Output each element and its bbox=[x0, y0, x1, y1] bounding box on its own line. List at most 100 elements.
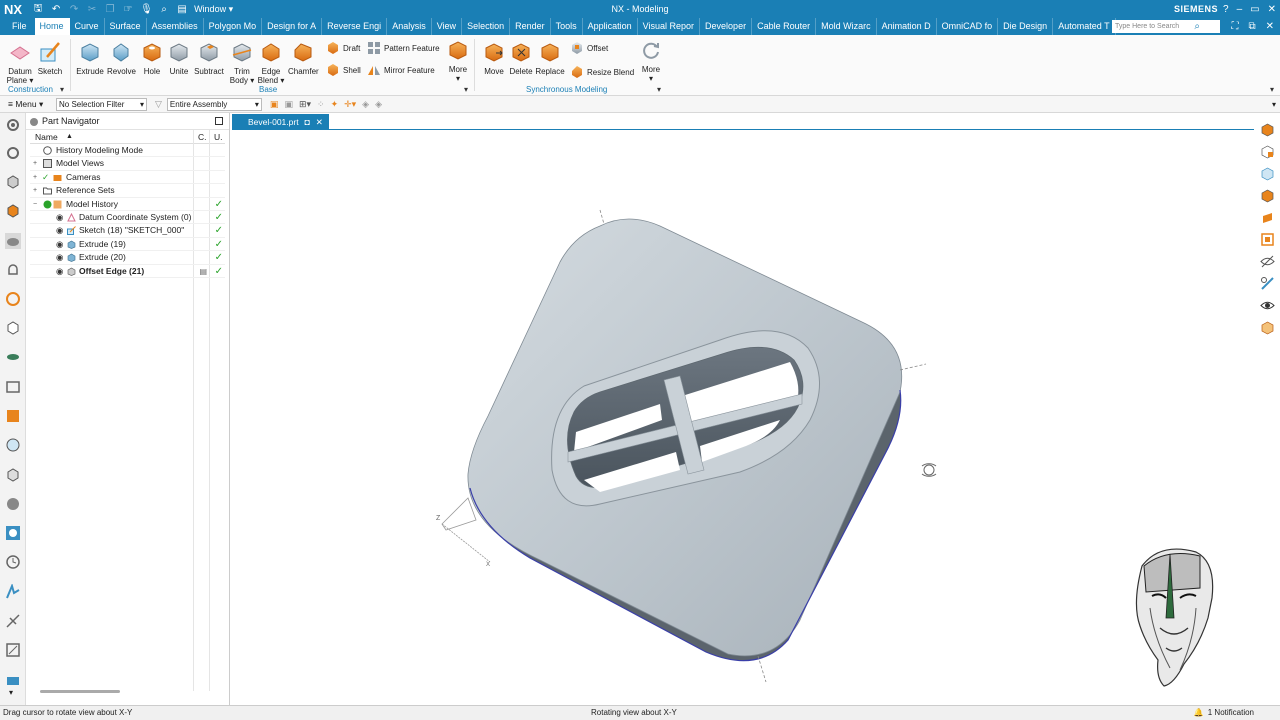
help-button[interactable]: ? bbox=[1223, 4, 1229, 15]
window-menu[interactable]: Window ▾ bbox=[194, 4, 233, 15]
horizontal-scrollbar[interactable] bbox=[40, 690, 120, 693]
tab-die-design[interactable]: Die Design bbox=[998, 18, 1054, 35]
eye-icon[interactable]: ◉ bbox=[56, 251, 63, 264]
tab-curve[interactable]: Curve bbox=[70, 18, 105, 35]
minimize-button[interactable]: – bbox=[1237, 4, 1243, 15]
tree-row-cameras[interactable]: + ✓ Cameras bbox=[30, 171, 225, 185]
ribbon-collapse-icon[interactable]: ▾ bbox=[1270, 85, 1274, 94]
selection-scope-dropdown[interactable]: Entire Assembly bbox=[166, 97, 262, 111]
offset-region-button[interactable]: Offset bbox=[570, 41, 608, 55]
expand-icon[interactable]: + bbox=[31, 184, 39, 197]
system-scenes-icon[interactable] bbox=[5, 467, 21, 483]
tab-assemblies[interactable]: Assemblies bbox=[147, 18, 204, 35]
checkmark-icon[interactable]: ✓ bbox=[42, 171, 49, 184]
tree-row-history-mode[interactable]: History Modeling Mode bbox=[30, 144, 225, 158]
tree-row-datum-csys[interactable]: ◉ Datum Coordinate System (0) ✓ bbox=[30, 211, 225, 225]
tab-mold-wizard[interactable]: Mold Wizarc bbox=[816, 18, 877, 35]
part-navigator-icon[interactable] bbox=[5, 203, 21, 219]
lighting-icon[interactable] bbox=[1260, 320, 1275, 335]
tab-application[interactable]: Application bbox=[583, 18, 638, 35]
save-icon[interactable]: 🖫 bbox=[32, 1, 44, 18]
tab-surface[interactable]: Surface bbox=[105, 18, 147, 35]
move-face-button[interactable]: Move bbox=[480, 41, 508, 76]
tree-row-extrude-20[interactable]: ◉ Extrude (20) ✓ bbox=[30, 251, 225, 265]
chevron-down-icon[interactable]: ▾ bbox=[657, 85, 661, 94]
cut-icon[interactable]: ✂ bbox=[86, 4, 98, 15]
clock-icon[interactable] bbox=[5, 554, 21, 570]
tree-row-offset-edge[interactable]: ◉ Offset Edge (21) ▤ ✓ bbox=[30, 265, 225, 278]
expand-icon[interactable]: + bbox=[31, 171, 39, 184]
globe-icon[interactable] bbox=[5, 525, 21, 541]
edit-section-icon[interactable] bbox=[1260, 276, 1275, 291]
collapse-icon[interactable]: − bbox=[31, 198, 39, 211]
face-filter-icon[interactable]: ◈ bbox=[375, 99, 382, 110]
eye-icon[interactable]: ◉ bbox=[56, 265, 63, 278]
visual-reporting-icon[interactable] bbox=[5, 671, 21, 687]
tree-row-extrude-19[interactable]: ◉ Extrude (19) ✓ bbox=[30, 238, 225, 252]
tree-row-reference-sets[interactable]: + Reference Sets bbox=[30, 184, 225, 198]
microphone-icon[interactable]: 🎙 bbox=[140, 4, 153, 15]
analysis-icon[interactable] bbox=[5, 584, 21, 600]
draft-button[interactable]: Draft bbox=[326, 41, 360, 55]
body-filter-icon[interactable]: ◈ bbox=[362, 99, 369, 110]
tab-selection[interactable]: Selection bbox=[462, 18, 511, 35]
settings-icon[interactable] bbox=[5, 117, 21, 133]
close-button[interactable]: ✕ bbox=[1268, 4, 1276, 15]
pattern-feature-button[interactable]: Pattern Feature bbox=[367, 41, 440, 55]
tab-developer[interactable]: Developer bbox=[700, 18, 753, 35]
tab-file[interactable]: File bbox=[0, 18, 35, 35]
graphics-tab[interactable]: Bevel-001.prt ◘ ✕ bbox=[232, 114, 329, 130]
web-browser-icon[interactable] bbox=[5, 320, 21, 336]
tab-view[interactable]: View bbox=[432, 18, 463, 35]
trim-body-button[interactable]: Trim Body ▾ bbox=[228, 41, 256, 85]
shell-button[interactable]: Shell bbox=[326, 63, 361, 77]
tree-row-sketch[interactable]: ◉ Sketch (18) "SKETCH_000" ✓ bbox=[30, 224, 225, 238]
reuse-library-icon[interactable] bbox=[5, 233, 21, 249]
command-finder-icon[interactable]: ⌕ bbox=[158, 4, 170, 15]
tab-analysis[interactable]: Analysis bbox=[387, 18, 432, 35]
notification-area[interactable]: 🔔 1 Notification bbox=[1194, 706, 1254, 720]
datum-plane-button[interactable]: Datum Plane ▾ bbox=[6, 41, 34, 85]
hd3d-tools-icon[interactable] bbox=[5, 291, 21, 307]
tab-visual-reporting[interactable]: Visual Repor bbox=[638, 18, 701, 35]
expand-icon[interactable]: + bbox=[31, 157, 39, 170]
search-icon[interactable]: ⌕ bbox=[1194, 18, 1200, 35]
snap-point-icon[interactable]: ⁘ bbox=[317, 99, 325, 110]
more-features-button[interactable]: More ▾ bbox=[445, 39, 471, 83]
switch-window-icon[interactable]: ▤ bbox=[176, 4, 188, 15]
undo-icon[interactable]: ↶ bbox=[50, 4, 62, 15]
snap-options-icon[interactable]: ✛▾ bbox=[344, 99, 356, 110]
eye-icon[interactable]: ◉ bbox=[56, 224, 63, 237]
history-palette-icon[interactable] bbox=[5, 349, 21, 365]
chevron-down-icon[interactable]: ▾ bbox=[464, 85, 468, 94]
edge-blend-button[interactable]: Edge Blend ▾ bbox=[257, 41, 285, 85]
resize-blend-button[interactable]: Resize Blend bbox=[570, 65, 634, 79]
static-wireframe-icon[interactable] bbox=[1260, 144, 1275, 159]
info-icon[interactable] bbox=[5, 496, 21, 512]
type-filter-icon[interactable]: ⊞▾ bbox=[299, 99, 311, 110]
measure-icon[interactable] bbox=[5, 613, 21, 629]
assembly-navigator-icon[interactable] bbox=[5, 145, 21, 161]
close-tab-icon[interactable]: ✕ bbox=[316, 114, 323, 130]
touch-mode-icon[interactable]: ☞ bbox=[122, 4, 134, 15]
revolve-button[interactable]: Revolve bbox=[107, 41, 136, 76]
tab-design-for-am[interactable]: Design for A bbox=[262, 18, 323, 35]
section-view-icon[interactable] bbox=[1260, 188, 1275, 203]
close-part-icon[interactable]: ✕ bbox=[1266, 18, 1274, 35]
chamfer-button[interactable]: Chamfer bbox=[288, 41, 319, 76]
tab-reverse-engineering[interactable]: Reverse Engi bbox=[322, 18, 388, 35]
tab-omnicad[interactable]: OmniCAD fo bbox=[937, 18, 999, 35]
eye-icon[interactable] bbox=[1260, 298, 1275, 313]
tab-automated-testing[interactable]: Automated T bbox=[1053, 18, 1116, 35]
column-name[interactable]: Name bbox=[35, 130, 58, 144]
deselect-icon[interactable]: ▣ bbox=[284, 99, 293, 110]
delete-face-button[interactable]: Delete bbox=[507, 41, 535, 76]
manufacturing-wizards-icon[interactable] bbox=[5, 408, 21, 424]
selection-filter-dropdown[interactable]: No Selection Filter bbox=[56, 97, 147, 111]
restore-button[interactable]: ▭ bbox=[1250, 4, 1259, 15]
hide-icon[interactable] bbox=[1260, 254, 1275, 269]
column-u[interactable]: U. bbox=[214, 130, 223, 144]
tree-row-model-views[interactable]: + Model Views bbox=[30, 157, 225, 171]
chevron-down-icon[interactable]: ▾ bbox=[60, 85, 64, 94]
hand-pan-icon[interactable] bbox=[1260, 210, 1275, 225]
